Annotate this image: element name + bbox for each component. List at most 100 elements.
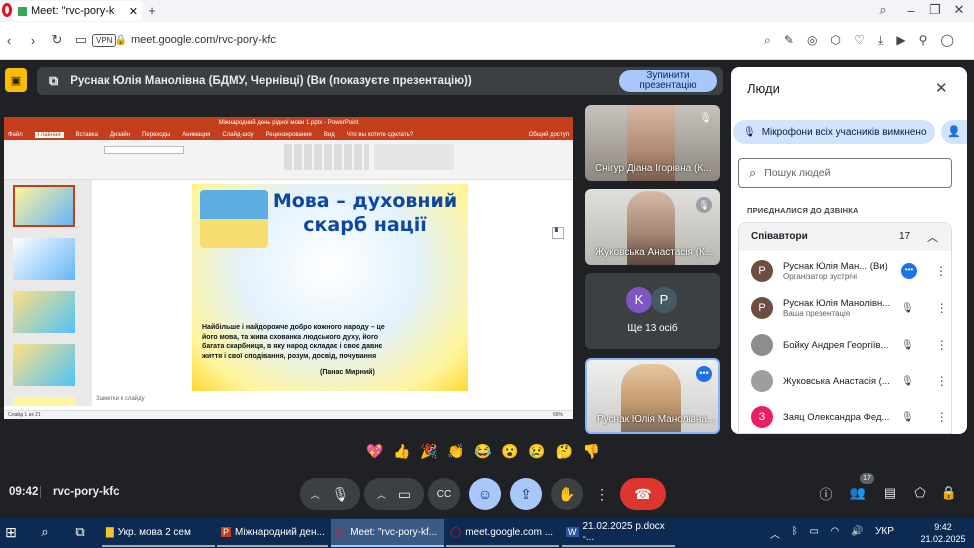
edit-icon[interactable]: ✎ [784,33,794,47]
taskbar-clock[interactable]: 9:42 21.02.2025 [918,521,968,545]
people-icon[interactable]: 👥 [850,485,866,501]
search-tabs-icon[interactable]: ⌕ [876,2,890,17]
url-text[interactable]: meet.google.com/rvc-pory-kfc [131,34,276,46]
zoom-icon[interactable]: ⌕ [764,33,771,47]
stop-presenting-button[interactable]: Зупинити презентацію [619,70,717,92]
leave-call-button[interactable]: ☎ [620,478,666,510]
meet-app-icon[interactable]: ▣ [5,68,27,92]
forward-icon[interactable]: › [26,33,40,48]
comment-icon[interactable]: ▘ [552,227,564,239]
add-people-icon[interactable]: 👤 [941,120,967,144]
current-slide[interactable]: Мова – духовний скарб нації Найбільше і … [192,184,468,391]
wifi-icon[interactable]: ◠ [831,526,840,540]
slide-thumb-2[interactable] [13,238,75,280]
participant-tile-more[interactable]: K P Ще 13 осіб [585,273,720,349]
close-window-icon[interactable]: ✕ [952,2,966,17]
extensions-icon[interactable]: ⬡ [831,33,841,47]
list-item[interactable]: Жуковська Анастасія (... 🎙 ⋮ [731,363,967,399]
profile-icon[interactable]: ◯ [941,33,954,47]
reaction-party[interactable]: 🎉 [420,443,437,465]
new-tab-icon[interactable]: + [145,3,159,18]
chevron-up-icon[interactable]: ︿ [377,488,386,501]
reaction-surprise[interactable]: 😮 [501,443,518,465]
reaction-thumbs-up[interactable]: 👍 [393,443,410,465]
pin-icon[interactable]: ⚲ [919,33,928,47]
vpn-badge[interactable]: VPN [92,34,117,47]
notes-label[interactable]: Заметки к слайду [96,396,145,402]
taskbar-item-powerpoint[interactable]: P Міжнародний ден... [217,519,328,547]
styles-gallery[interactable] [374,144,454,170]
participant-tile-1[interactable]: 🎙 Снігур Діана Ігорівна (К... [585,105,720,181]
list-item[interactable]: Бойку Андрея Георгіїв... 🎙 ⋮ [731,327,967,363]
search-people-field[interactable]: ⌕ Пошук людей [738,158,952,188]
taskbar-item-explorer[interactable]: ▇ Укр. мова 2 сем [102,519,215,547]
mic-control[interactable]: ︿ 🎙 [300,478,360,510]
host-controls-icon[interactable]: 🔒 [941,485,957,501]
slide-thumb-3[interactable] [13,291,75,333]
reaction-thinking[interactable]: 🤔 [555,443,572,465]
chat-icon[interactable]: ▤ [882,485,898,501]
minimize-icon[interactable]: – [904,3,918,18]
reactions-button[interactable]: ☺ [469,478,501,510]
info-icon[interactable]: ⓘ [818,485,834,502]
network-icon[interactable]: ▭ [809,526,818,540]
chevron-up-icon[interactable]: ︿ [927,229,938,245]
group-header[interactable]: Співавтори 17 ︿ [739,223,951,251]
maximize-icon[interactable]: ❐ [928,2,942,17]
slide-thumbnails [4,180,92,406]
list-item[interactable]: Р Руснак Юлія Манолівн... Ваша презентаці… [731,290,967,326]
present-button[interactable]: ⇪ [510,478,542,510]
more-options-icon[interactable]: ⋮ [936,374,948,388]
chevron-up-icon[interactable]: ︿ [311,488,320,501]
slide-thumb-1[interactable] [13,185,75,227]
more-options-icon[interactable]: ⋮ [936,410,948,424]
snapshot-icon[interactable]: ▭ [74,32,88,47]
video-camera-icon[interactable]: ▭ [398,486,411,503]
back-icon[interactable]: ‹ [2,33,16,48]
reload-icon[interactable]: ↻ [50,32,64,47]
bluetooth-icon[interactable]: ᛒ [792,526,798,540]
task-view-icon[interactable]: ⧉ [72,524,88,540]
windows-start-icon[interactable]: ⊞ [3,524,19,540]
more-options-icon[interactable]: ⋮ [936,338,948,352]
more-options-icon[interactable]: ⋮ [936,301,948,315]
download-icon[interactable]: ⤓ [878,33,883,47]
slide-thumb-5[interactable] [13,397,75,406]
search-icon[interactable]: ⌕ [37,524,53,540]
close-panel-icon[interactable]: ✕ [935,79,948,97]
tray-expand-icon[interactable]: ︿ [770,526,780,541]
more-options-icon[interactable]: ⋮ [935,264,947,278]
list-item[interactable]: З Заяц Олександра Фед... 🎙 ⋮ [731,399,967,435]
opera-logo-icon[interactable] [2,3,12,17]
reaction-sad[interactable]: 😢 [528,443,545,465]
reaction-thumbs-down[interactable]: 👎 [583,443,600,465]
captions-button[interactable]: CC [428,478,460,510]
font-select[interactable] [104,146,184,154]
participant-tile-2[interactable]: 🎙 Жуковська Анастасія (К... [585,189,720,265]
activities-icon[interactable]: ⬠ [912,485,928,501]
volume-icon[interactable]: 🔊 [851,526,863,540]
mic-off-icon: 🎙 [743,126,756,138]
taskbar-item-meet[interactable]: ◯ Meet: "rvc-pory-kf... [331,519,444,547]
reaction-laugh[interactable]: 😂 [474,443,491,465]
opera-logo-icon: ◯ [335,526,347,538]
camera-control[interactable]: ︿ ▭ [364,478,424,510]
taskbar-item-meet-2[interactable]: ◯ meet.google.com ... [446,519,559,547]
slide-thumb-4[interactable] [13,344,75,386]
player-icon[interactable]: ▶ [896,33,905,47]
shapes-gallery[interactable] [284,144,369,170]
reaction-clap[interactable]: 👏 [447,443,464,465]
mute-all-chip[interactable]: 🎙 Мікрофони всіх учасників вимкнено [733,120,935,144]
close-tab-icon[interactable]: ✕ [129,5,138,18]
raise-hand-button[interactable]: ✋ [551,478,583,510]
reaction-heart[interactable]: 💖 [366,443,383,465]
heart-icon[interactable]: ♡ [854,33,865,47]
list-item[interactable]: Р Руснак Юлія Ман... (Ви) Організатор зус… [731,253,967,289]
camera-icon[interactable]: ◎ [807,33,817,47]
participant-tile-self[interactable]: ••• Руснак Юлія Манолівна... [585,358,720,434]
browser-tab-meet[interactable]: Meet: "rvc-pory-k ✕ [14,1,142,21]
taskbar-item-word[interactable]: W 21.02.2025 р.docx -... [562,519,675,547]
language-indicator[interactable]: УКР [875,526,894,540]
more-options-button[interactable]: ⋮ [590,478,614,510]
mic-icon[interactable]: 🎙 [332,486,350,503]
